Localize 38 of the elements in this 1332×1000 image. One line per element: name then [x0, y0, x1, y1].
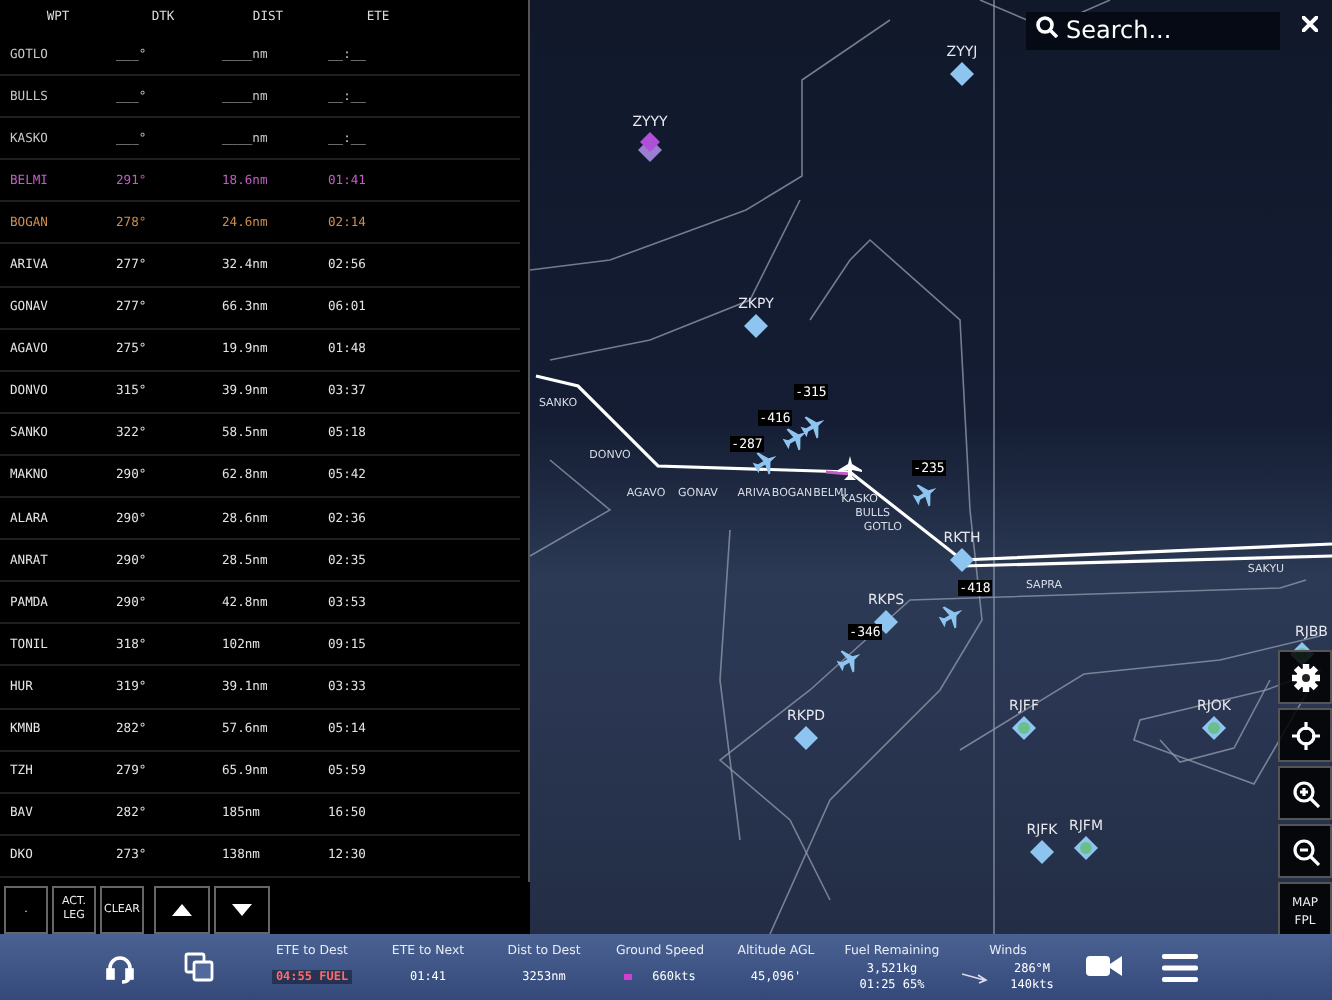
map-control-button[interactable]	[1278, 650, 1332, 704]
trend-marker-icon	[624, 974, 633, 980]
airport-marker[interactable]	[744, 314, 768, 338]
move-up-button[interactable]	[154, 886, 210, 934]
traffic-aircraft-icon	[938, 606, 963, 629]
airport-marker[interactable]	[794, 726, 818, 750]
airport-marker[interactable]	[638, 132, 662, 162]
traffic-aircraft-icon	[752, 452, 777, 475]
video-camera-icon[interactable]	[1086, 953, 1122, 977]
map-control-button[interactable]	[1278, 824, 1332, 878]
airspace-boundary-line	[530, 459, 612, 557]
airport-marker[interactable]	[1012, 716, 1036, 740]
settings-icon	[1291, 663, 1319, 691]
airport-marker[interactable]	[1030, 840, 1054, 864]
airport-marker[interactable]	[1202, 716, 1226, 740]
airport-marker[interactable]	[1074, 836, 1098, 860]
down-arrow-icon	[232, 904, 252, 916]
traffic-aircraft-icon	[800, 416, 825, 439]
move-down-button[interactable]	[214, 886, 270, 934]
copy-icon[interactable]	[184, 952, 214, 982]
zoom-in-icon	[1291, 779, 1319, 807]
zoom-out-icon	[1291, 837, 1319, 865]
crosshair-icon	[1291, 721, 1319, 749]
map-control-button[interactable]	[1278, 708, 1332, 762]
search-icon	[1036, 16, 1058, 38]
traffic-aircraft-icon	[836, 650, 861, 673]
traffic-aircraft-icon	[782, 428, 807, 451]
airport-marker[interactable]	[950, 62, 974, 86]
close-icon[interactable]	[1302, 16, 1318, 32]
traffic-aircraft-icon	[912, 484, 937, 507]
wind-arrow-icon	[962, 971, 991, 983]
up-arrow-icon	[172, 904, 192, 916]
headset-icon[interactable]	[104, 951, 136, 983]
map-control-button[interactable]	[1278, 766, 1332, 820]
menu-icon[interactable]	[1162, 953, 1198, 981]
airport-marker[interactable]	[950, 548, 974, 572]
own-aircraft-icon	[838, 456, 862, 480]
search-field[interactable]: Search...	[1026, 11, 1280, 49]
